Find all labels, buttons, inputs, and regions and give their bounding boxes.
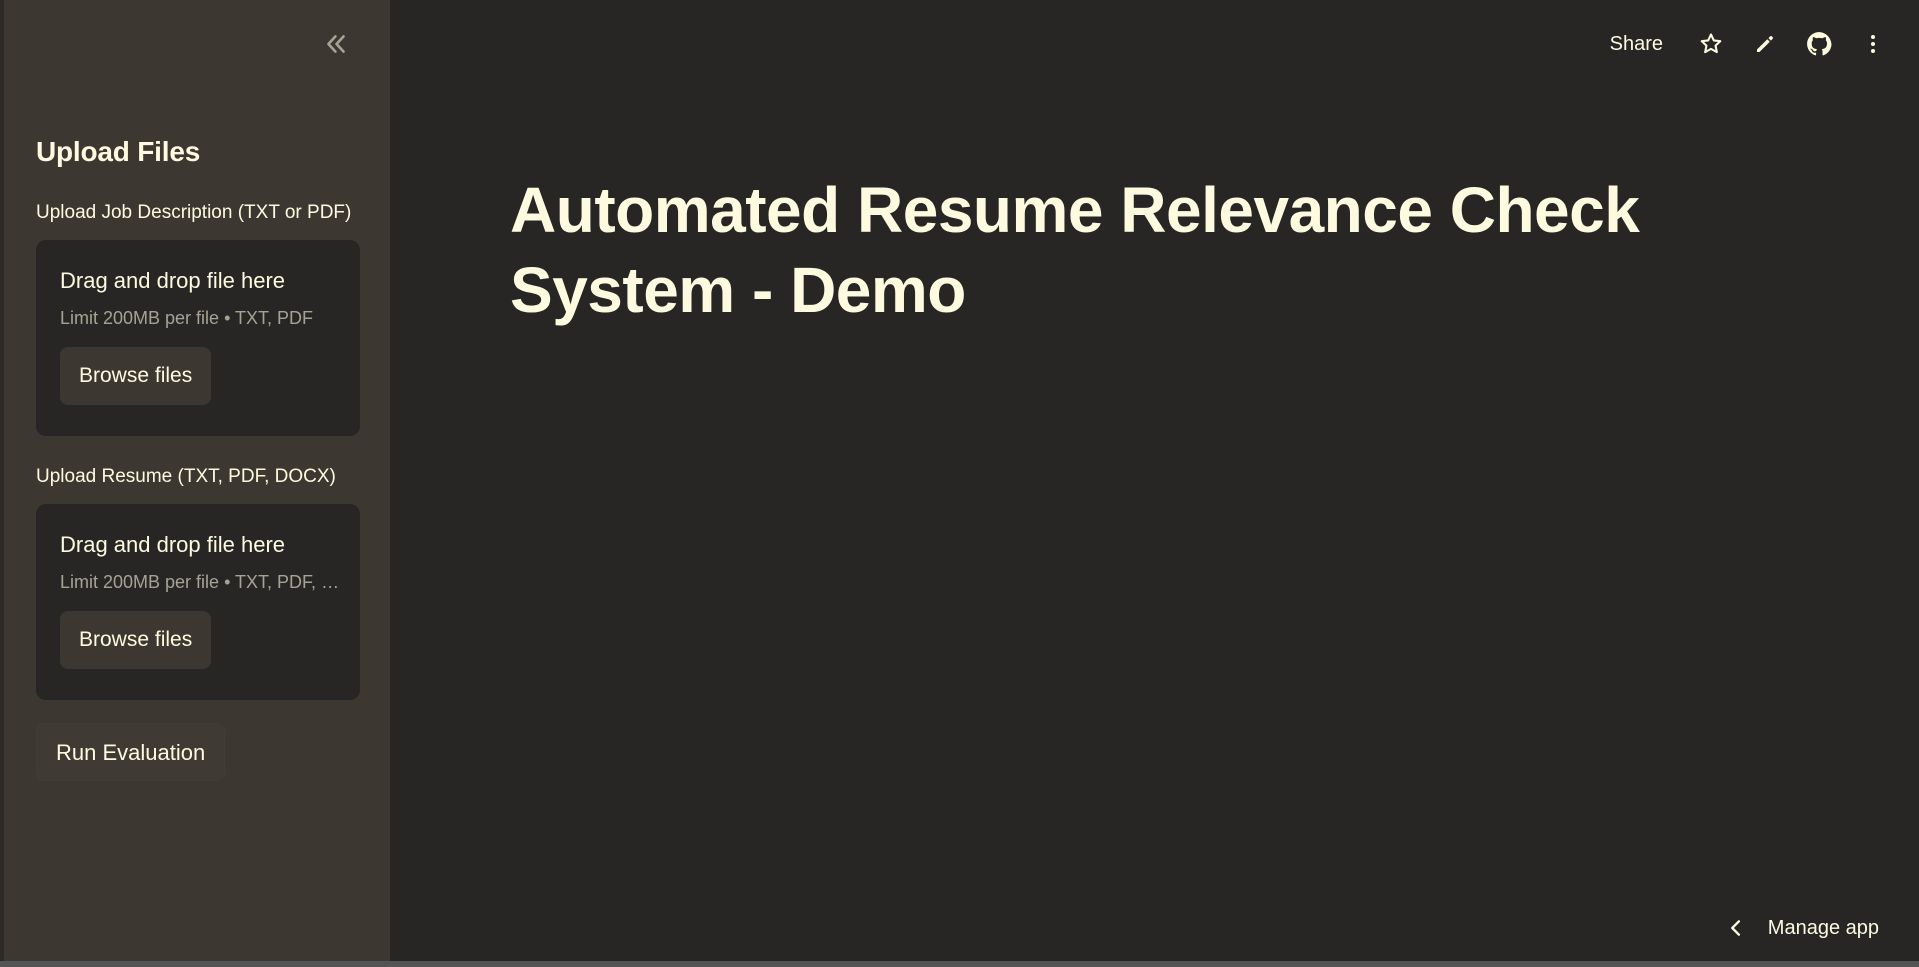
top-toolbar: Share (1598, 24, 1891, 64)
manage-app-button[interactable]: Manage app (1726, 910, 1879, 946)
share-button[interactable]: Share (1598, 33, 1675, 56)
page-title: Automated Resume Relevance Check System … (510, 174, 1640, 326)
github-button[interactable] (1801, 26, 1837, 62)
browse-files-button-job-description[interactable]: Browse files (60, 347, 212, 405)
more-vertical-icon (1871, 35, 1875, 53)
sidebar-heading: Upload Files (36, 136, 201, 167)
job-description-dropzone[interactable]: Drag and drop file here Limit 200MB per … (36, 240, 360, 436)
edit-button[interactable] (1747, 26, 1783, 62)
dropzone-limit-text: Limit 200MB per file • TXT, PDF, DOCX (60, 572, 340, 592)
manage-app-label: Manage app (1767, 916, 1879, 939)
dropzone-limit-text: Limit 200MB per file • TXT, PDF (60, 308, 314, 328)
job-description-label: Upload Job Description (TXT or PDF) (36, 202, 352, 223)
collapse-sidebar-button[interactable] (320, 28, 352, 60)
browse-files-button-resume[interactable]: Browse files (60, 611, 212, 669)
app-window: Upload Files Upload Job Description (TXT… (0, 0, 1919, 961)
dropzone-title: Drag and drop file here (60, 268, 286, 293)
window-bottom-edge (0, 961, 1919, 967)
star-icon (1700, 33, 1722, 54)
github-icon (1807, 32, 1832, 56)
favorite-button[interactable] (1693, 26, 1729, 62)
resume-label: Upload Resume (TXT, PDF, DOCX) (36, 466, 336, 487)
run-evaluation-button[interactable]: Run Evaluation (36, 723, 226, 781)
double-chevron-left-icon (327, 35, 345, 53)
dropzone-title: Drag and drop file here (60, 532, 286, 557)
pencil-icon (1757, 36, 1773, 52)
chevron-left-icon (1730, 920, 1740, 936)
resume-dropzone[interactable]: Drag and drop file here Limit 200MB per … (36, 504, 360, 700)
sidebar: Upload Files Upload Job Description (TXT… (4, 0, 390, 961)
main-menu-button[interactable] (1855, 26, 1891, 62)
